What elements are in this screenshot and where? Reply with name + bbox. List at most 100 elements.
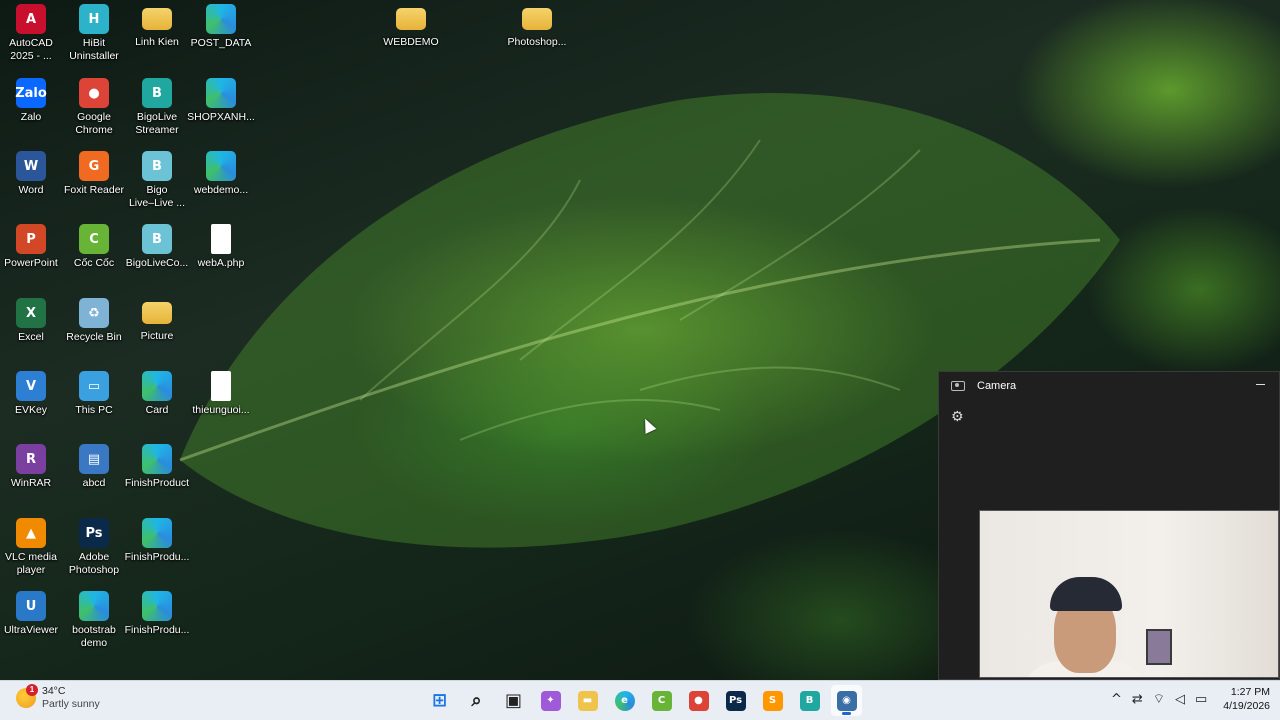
desktop-icon-item[interactable]: Photoshop... — [502, 4, 572, 74]
desktop-icon-label: Linh Kien — [135, 36, 179, 48]
powerpoint-icon: P — [16, 224, 46, 254]
desktop-icon-label: Foxit Reader — [63, 184, 125, 196]
desktop-icon-item[interactable]: U UltraViewer — [0, 591, 66, 661]
desktop-icon-item[interactable]: WEBDEMO — [376, 4, 446, 74]
taskbar-app-list: ⊞ ⌕ ▣ ✦ ▬ e C ● Ps S B ◉ — [424, 685, 862, 716]
battery-icon[interactable]: ▭ — [1195, 692, 1207, 707]
desktop-icon-item[interactable]: V EVKey — [0, 371, 66, 441]
desktop-icon-item[interactable]: P PowerPoint — [0, 224, 66, 294]
taskbar-chrome-button[interactable]: ● — [683, 685, 714, 716]
gear-icon[interactable]: ⚙ — [951, 408, 964, 425]
edge-icon — [206, 78, 236, 108]
taskbar-camera-button[interactable]: ◉ — [831, 685, 862, 716]
minimize-icon[interactable] — [1256, 384, 1265, 385]
desktop-icon-item[interactable]: X Excel — [0, 298, 66, 368]
copilot-icon: ✦ — [540, 690, 561, 711]
camera-icon: ◉ — [836, 690, 857, 711]
desktop-icon-item[interactable]: A AutoCAD 2025 - ... — [0, 4, 66, 74]
desktop-icon-label: HiBit Uninstaller — [69, 37, 119, 62]
desktop-icon-item[interactable]: FinishProdu... — [122, 591, 192, 661]
tray-overflow-chevron-icon[interactable]: ^ — [1111, 692, 1122, 707]
coccoc-icon: C — [79, 224, 109, 254]
file-icon — [211, 371, 231, 401]
weather-widget[interactable]: 1 34°C Partly sunny — [16, 684, 100, 711]
desktop-icon-item[interactable]: ♻ Recycle Bin — [59, 298, 129, 368]
desktop-icon-item[interactable]: POST_DATA — [186, 4, 256, 74]
desktop-icon-item[interactable]: bootstrab demo — [59, 591, 129, 661]
desktop-icon-item[interactable]: B BigoLiveCo... — [122, 224, 192, 294]
desktop-icon-item[interactable]: Zalo Zalo — [0, 78, 66, 148]
language-bar-icon[interactable]: ⇄ — [1132, 692, 1143, 707]
desktop-icon-item[interactable]: Linh Kien — [122, 4, 192, 74]
taskbar-clock[interactable]: 1:27 PM 4/19/2026 — [1223, 685, 1270, 713]
camera-preview — [979, 510, 1279, 678]
desktop-icon-item[interactable]: H HiBit Uninstaller — [59, 4, 129, 74]
autocad-icon: A — [16, 4, 46, 34]
desktop-icon-item[interactable]: B Bigo Live–Live ... — [122, 151, 192, 221]
desktop-icon-label: AutoCAD 2025 - ... — [9, 37, 53, 62]
folder-icon — [142, 8, 172, 30]
desktop-icon-item[interactable]: ● Google Chrome — [59, 78, 129, 148]
volume-icon[interactable]: ◁ — [1175, 692, 1185, 707]
wifi-icon[interactable]: ⌔ — [1153, 691, 1165, 707]
taskbar-start-button[interactable]: ⊞ — [424, 685, 455, 716]
desktop-icon-item[interactable]: Ps Adobe Photoshop — [59, 518, 129, 588]
chrome-icon: ● — [79, 78, 109, 108]
photoshop-icon: Ps — [725, 690, 746, 711]
edge-icon — [79, 591, 109, 621]
taskbar-file-explorer-button[interactable]: ▬ — [572, 685, 603, 716]
desktop-icon-item[interactable]: B BigoLive Streamer — [122, 78, 192, 148]
desktop-icon-item[interactable]: FinishProduct — [122, 444, 192, 514]
weather-sun-icon: 1 — [16, 684, 38, 708]
desktop-icon-item[interactable]: G Foxit Reader — [59, 151, 129, 221]
desktop-icon-item[interactable]: R WinRAR — [0, 444, 66, 514]
camera-app-icon — [951, 381, 965, 391]
desktop-icon-label: WinRAR — [10, 477, 52, 489]
word-icon: W — [16, 151, 46, 181]
desktop-icon-item[interactable]: SHOPXANH... — [186, 78, 256, 148]
desktop-icon-label: Recycle Bin — [66, 331, 122, 343]
taskbar-bigolive-button[interactable]: B — [794, 685, 825, 716]
taskbar-task-view-button[interactable]: ▣ — [498, 685, 529, 716]
desktop-icon-item[interactable]: ▭ This PC — [59, 371, 129, 441]
desktop-icon-item[interactable]: ▤ abcd — [59, 444, 129, 514]
camera-window-title: Camera — [977, 380, 1017, 392]
taskbar-photoshop-button[interactable]: Ps — [720, 685, 751, 716]
excel-icon: X — [16, 298, 46, 328]
evkey-icon: V — [16, 371, 46, 401]
weather-condition: Partly sunny — [42, 698, 100, 710]
desktop-icon-label: POST_DATA — [190, 37, 252, 49]
desktop-icon-item[interactable]: ▲ VLC media player — [0, 518, 66, 588]
taskbar-coccoc-button[interactable]: C — [646, 685, 677, 716]
desktop-icon-label: PowerPoint — [4, 257, 58, 269]
taskbar-search-button[interactable]: ⌕ — [461, 685, 492, 716]
desktop-icon-label: Zalo — [20, 111, 42, 123]
desktop-icon-item[interactable]: W Word — [0, 151, 66, 221]
task-view-icon: ▣ — [504, 690, 522, 711]
desktop-icon-item[interactable]: Picture — [122, 298, 192, 368]
desktop-icon-item[interactable]: webdemo... — [186, 151, 256, 221]
clock-time: 1:27 PM — [1230, 686, 1270, 698]
ultraviewer-icon: U — [16, 591, 46, 621]
taskbar-copilot-button[interactable]: ✦ — [535, 685, 566, 716]
mouse-cursor-icon — [639, 416, 657, 434]
taskbar-edge-button[interactable]: e — [609, 685, 640, 716]
hibit-uninstaller-icon: H — [79, 4, 109, 34]
desktop-icon-item[interactable]: webA.php — [186, 224, 256, 294]
desktop-icon-label: webA.php — [197, 257, 245, 269]
bigolive-connector-icon: B — [142, 224, 172, 254]
desktop-icon-item[interactable]: Card — [122, 371, 192, 441]
winrar-icon: R — [16, 444, 46, 474]
folder-icon — [522, 8, 552, 30]
desktop-icon-label: VLC media player — [5, 551, 57, 576]
photoshop-icon: Ps — [79, 518, 109, 548]
desktop-icon-label: FinishProdu... — [124, 551, 190, 563]
desktop-icon-item[interactable]: FinishProdu... — [122, 518, 192, 588]
camera-window[interactable]: Camera ⚙ — [938, 371, 1280, 680]
desktop-icon-item[interactable]: C Cốc Cốc — [59, 224, 129, 294]
taskbar-sublime-text-button[interactable]: S — [757, 685, 788, 716]
camera-titlebar[interactable]: Camera — [939, 372, 1279, 400]
desktop-icon-label: FinishProdu... — [124, 624, 190, 636]
desktop-icon-label: webdemo... — [193, 184, 249, 196]
desktop-icon-item[interactable]: thieunguoi... — [186, 371, 256, 441]
